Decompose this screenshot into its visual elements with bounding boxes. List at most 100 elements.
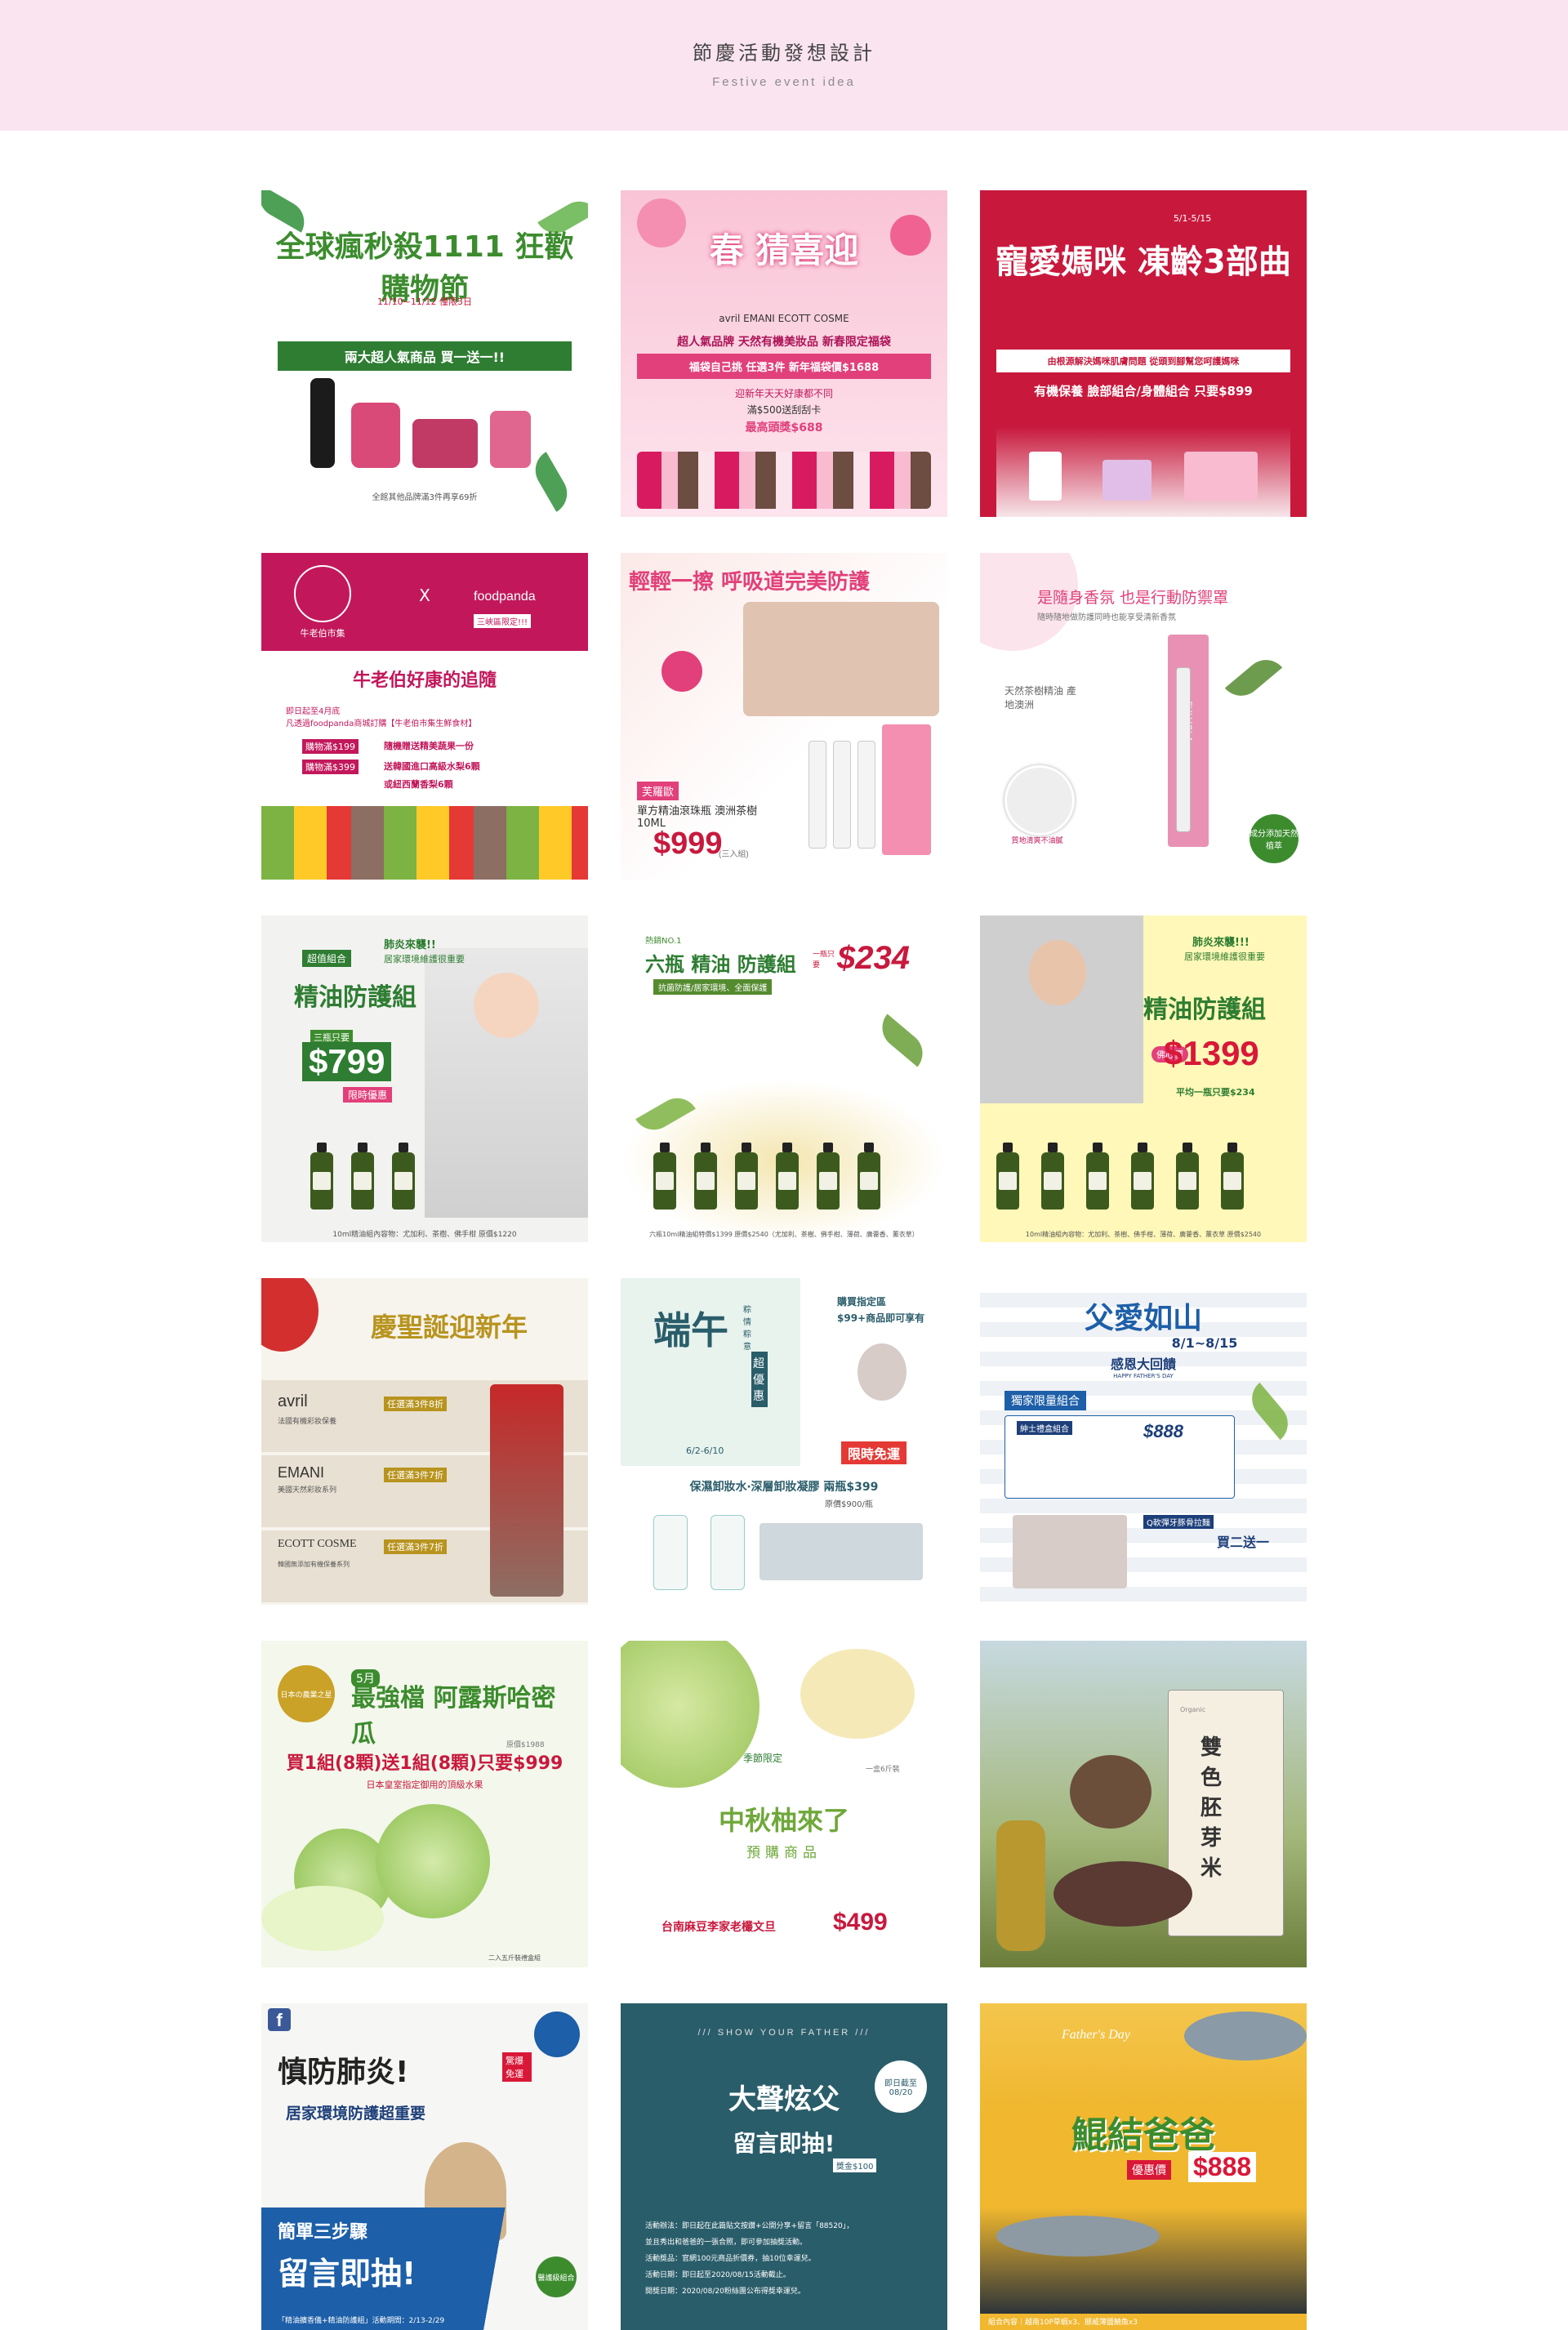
oil-bottle xyxy=(735,1143,758,1210)
card-tea-tree-roller[interactable]: 輕輕一擦 呼吸道完美防護 芙羅歐 單方精油滾珠瓶 澳洲茶樹10ML $999 (… xyxy=(621,553,947,880)
model-photo xyxy=(743,602,939,716)
pomelo-flesh xyxy=(800,1649,915,1739)
headline: 寵愛媽咪 凍齡3部曲 xyxy=(996,243,1291,281)
footnote: 二入五斤裝禮盒組 xyxy=(488,1954,541,1962)
headline: 最強檔 阿露斯哈密瓜 xyxy=(351,1684,556,1749)
price: $799 xyxy=(302,1042,392,1081)
free-ship-tag: 驚爆免運 xyxy=(502,2052,532,2082)
deal-tag: 超優惠 xyxy=(751,1352,768,1407)
combo-label: Q軟彈牙豚骨拉麵 xyxy=(1143,1515,1214,1529)
tier-1-gift: 隨機贈送精美蔬果一份 xyxy=(384,741,474,751)
headline: 中秋柚來了 xyxy=(718,1805,849,1836)
date-range: 5/1-5/15 xyxy=(1173,213,1212,224)
free-shipping: 限時免運 xyxy=(841,1441,907,1464)
oil-bottle xyxy=(1086,1143,1109,1210)
rule-3: 活動獎品：官網100元商品折價券，抽10位幸運兒。 xyxy=(645,2255,816,2263)
page-subtitle: Festive event idea xyxy=(712,75,856,89)
set-label: 獨家限量組合 xyxy=(1004,1391,1086,1410)
leaf-icon xyxy=(873,1014,932,1067)
rule-5: 開獎日期：2020/08/20粉絲團公布得獎幸運兒。 xyxy=(645,2288,805,2296)
sub: 日本皇室指定御用的頂級水果 xyxy=(366,1780,483,1790)
card-oil-set-1399[interactable]: 肺炎來襲!!! 居家環境維護很重要 精油防護組 佛心價 $1399 平均一瓶只要… xyxy=(980,916,1307,1242)
oil-bottle xyxy=(1221,1143,1244,1210)
limit-tag: 限時優惠 xyxy=(343,1087,393,1103)
badge-icon xyxy=(662,651,702,692)
card-show-your-father[interactable]: /// SHOW YOUR FATHER /// 即日截至 08/20 大聲炫父… xyxy=(621,2003,947,2330)
card-germ-rice[interactable]: 雙色胚芽米 Organic xyxy=(980,1641,1307,1967)
price: $999 xyxy=(653,826,723,861)
headline-2: 居家環境維護很重要 xyxy=(1184,951,1265,962)
dates: 6/2-6/10 xyxy=(686,1446,724,1456)
roller-bottle xyxy=(833,741,851,849)
price-note: (三入組) xyxy=(719,850,749,859)
line-5: 最高頭獎$688 xyxy=(745,421,823,434)
oil-bottle xyxy=(351,1143,374,1210)
headline: 輕輕一擦 呼吸道完美防護 xyxy=(629,570,871,595)
card-christmas[interactable]: 慶聖誕迎新年 avril 法國有機彩妝保養 任選滿3件8折 EMANI 美國天然… xyxy=(261,1278,588,1605)
top-text: /// SHOW YOUR FATHER /// xyxy=(697,2028,871,2038)
sub: 抗菌防護/居家環境、全面保護 xyxy=(653,979,773,995)
avg-price: 平均一瓶只要$234 xyxy=(1176,1087,1255,1098)
info-banner: 由根源解決媽咪肌膚問題 從頭到腳幫您呵護媽咪 xyxy=(996,350,1290,372)
shield-plus-icon xyxy=(534,2011,580,2057)
headline: 牛老伯好康的追隨 xyxy=(352,670,497,691)
headline: 慎防肺炎! xyxy=(278,2056,409,2089)
product-box xyxy=(1184,452,1258,501)
card-spring-bag[interactable]: 春 猜喜迎 avril EMANI ECOTT COSME 超人氣品牌 天然有機… xyxy=(621,190,947,517)
date-range: 8/1~8/15 xyxy=(1171,1335,1238,1351)
page-title: 節慶活動發想設計 xyxy=(693,42,875,65)
product-bottle xyxy=(653,1515,688,1590)
natural-badge: 成分添加天然植萃 xyxy=(1250,814,1298,863)
card-oil-set-799[interactable]: 超值組合 肺炎來襲!! 居家環境維護很重要 精油防護組 三瓶只要 $799 限時… xyxy=(261,916,588,1242)
product-bottle xyxy=(310,378,335,468)
package-note: Organic xyxy=(1180,1706,1206,1713)
texture-photo xyxy=(1004,765,1075,835)
sub: 預購商品 xyxy=(746,1845,822,1861)
footnote: 「精油擴香儀+精油防護組」活動期間：2/13-2/29 xyxy=(278,2317,445,2325)
brand-1-offer: 任選滿3件8折 xyxy=(384,1397,447,1411)
card-fathers-day-888[interactable]: 父愛如山 8/1~8/15 感恩大回饋 HAPPY FATHER'S DAY 獨… xyxy=(980,1278,1307,1605)
brand-tag: 芙羅歐 xyxy=(637,782,679,800)
product-box xyxy=(1102,460,1152,501)
card-seafood-888[interactable]: Father's Day 鯤結爸爸 優惠價 $888 組合內容｜越南10P草蝦x… xyxy=(980,2003,1307,2330)
oil-bottle xyxy=(694,1143,717,1210)
brand-2: EMANI xyxy=(278,1464,325,1481)
cta: 留言即抽! xyxy=(278,2256,416,2292)
ramen-photo xyxy=(1013,1515,1127,1588)
card-oil-set-234[interactable]: 熱銷NO.1 六瓶 精油 防護組 抗菌防護/居家環境、全面保護 一瓶只要 $23… xyxy=(621,916,947,1242)
combo-tag: 超值組合 xyxy=(302,950,352,967)
price: $888 xyxy=(1143,1421,1183,1441)
sub: 隨時隨地做防護同時也能享受清新香氛 xyxy=(1037,613,1176,622)
melon-icon xyxy=(376,1804,490,1918)
brand-1-sub: 法國有機彩妝保養 xyxy=(278,1418,337,1426)
offer-banner: 兩大超人氣商品 買一送一!! xyxy=(278,341,572,371)
footnote: 10ml精油組內容物：尤加利、茶樹、佛手柑 原價$1220 xyxy=(332,1231,517,1239)
delivery-man xyxy=(858,1343,906,1401)
facebook-icon[interactable]: f xyxy=(268,2008,291,2031)
rule-4: 活動日期：即日起至2020/08/15活動截止。 xyxy=(645,2271,791,2279)
product-bottle xyxy=(710,1515,745,1590)
card-foodpanda[interactable]: 牛老伯市集 X foodpanda 三峽區限定!!! 牛老伯好康的追隨 即日起至… xyxy=(261,553,588,880)
products xyxy=(490,1384,564,1597)
card-pomelo[interactable]: 季節限定 一盒6斤裝 中秋柚來了 預購商品 台南麻豆李家老欉文旦 $499 xyxy=(621,1641,947,1967)
fish-icon xyxy=(1184,2011,1307,2060)
card-prevent-pneumonia[interactable]: f 慎防肺炎! 驚爆免運 居家環境防護超重要 簡單三步驟 留言即抽! 醫護級組合… xyxy=(261,2003,588,2330)
oil-bottle xyxy=(310,1143,333,1210)
card-1111-sale[interactable]: 全球瘋秒殺1111 狂歡購物節 11/10~11/12 僅限3日 兩大超人氣商品… xyxy=(261,190,588,517)
offer: 買二送一 xyxy=(1217,1535,1270,1550)
tier-1: 購物滿$199 xyxy=(302,739,359,754)
headline: 是隨身香氛 也是行動防禦罩 xyxy=(1037,589,1229,607)
brand-2-sub: 美國天然彩妝系列 xyxy=(278,1486,337,1495)
region-tag: 三峽區限定!!! xyxy=(474,614,532,628)
title: 精油防護組 xyxy=(1143,996,1266,1024)
card-melon[interactable]: 日本の農業之星 5月 最強檔 阿露斯哈密瓜 原價$1988 買1組(8顆)送1組… xyxy=(261,1641,588,1967)
card-mothers-day[interactable]: 5/1-5/15 寵愛媽咪 凍齡3部曲 由根源解決媽咪肌膚問題 從頭到腳幫您呵護… xyxy=(980,190,1307,517)
title: 六瓶 精油 防護組 xyxy=(645,953,796,976)
line-2: 福袋自己挑 任選3件 新年福袋價$1688 xyxy=(637,354,931,379)
price: $1399 xyxy=(1164,1034,1259,1072)
oil-bottle xyxy=(776,1143,799,1210)
rule-1: 活動辦法：即日起在此篇貼文按讚+公開分享+留言「88520」， xyxy=(645,2222,854,2230)
card-dragon-boat[interactable]: 端午 粽情粽意 超優惠 6/2-6/10 購買指定區 $99+商品即可享有 限時… xyxy=(621,1278,947,1605)
card-fuluola[interactable]: 是隨身香氛 也是行動防禦罩 隨時隨地做防護同時也能享受清新香氛 天然茶樹精油 產… xyxy=(980,553,1307,880)
brands: avril EMANI ECOTT COSME xyxy=(719,313,849,324)
